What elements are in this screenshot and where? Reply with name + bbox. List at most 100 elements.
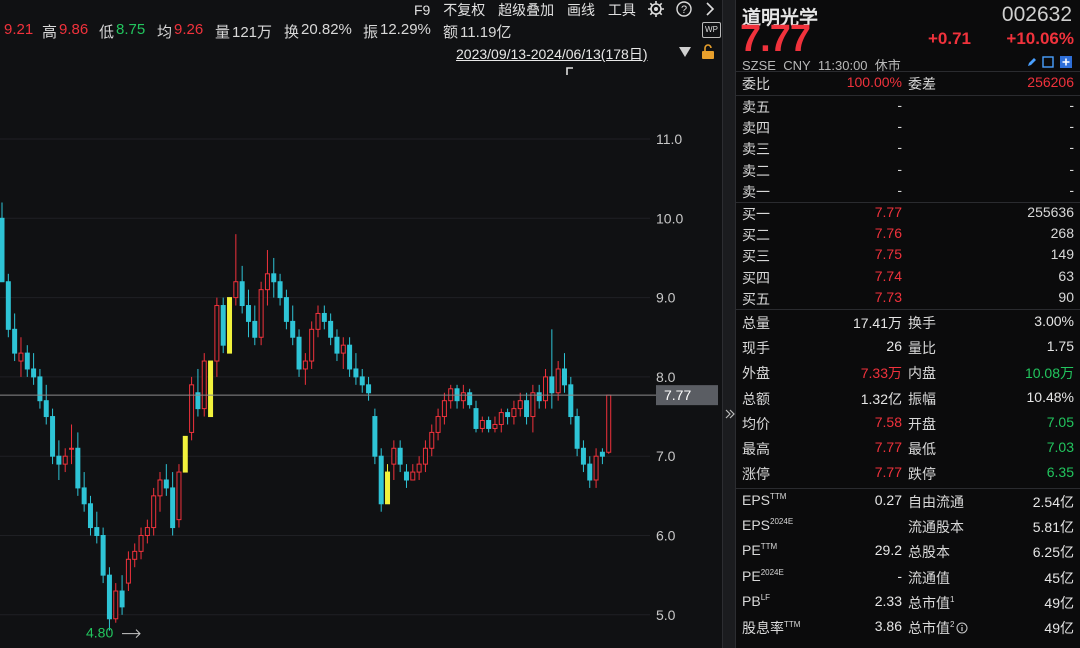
candle-body [24,352,30,370]
candle-body [549,376,555,394]
fundamental-row: EPSTTM 0.27 自由流通 2.54亿 [742,492,1074,514]
info-icon[interactable] [956,622,968,634]
fund-label-sup: TTM [784,620,801,629]
y-axis-tick-label: 9.0 [656,290,676,306]
fund-label: 总市值1 [908,593,954,613]
candle-body [429,431,435,449]
fund-value: 49亿 [1044,620,1074,636]
candle-body [505,412,511,418]
ask-row[interactable]: 卖三 - - [742,139,1074,161]
fund-label-sup: LF [760,592,771,602]
candle-body [106,574,112,620]
fund-value: 2.54亿 [1032,494,1074,510]
expand-arrows-icon[interactable] [725,408,735,420]
fund-value: 0.27 [874,492,902,508]
candle-body [252,320,258,338]
candle-body [397,447,403,465]
stat-value: 1.32亿 [860,390,902,407]
candle-body [271,273,277,283]
candle-body [100,535,106,576]
bid-row[interactable]: 买五 7.73 90 [742,289,1074,311]
ask-row[interactable]: 卖四 - - [742,118,1074,140]
stock-code: 002632 [1001,3,1072,26]
y-axis-tick-label: 10.0 [656,210,683,226]
ask-level-label: 卖一 [742,183,770,200]
bid-level-label: 买五 [742,290,770,307]
candle-body [561,368,567,386]
candle-body [334,336,340,354]
bid-row[interactable]: 买一 7.77 255636 [742,204,1074,226]
stat-label: 均价 [742,415,770,432]
stat-label: 现手 [742,340,770,357]
candle-body [157,479,163,497]
stat-value: 26 [886,338,902,355]
ask-row[interactable]: 卖二 - - [742,161,1074,183]
fund-label: PBLF [742,593,770,609]
kline-chart[interactable]: 9.21 高 9.86 低 8.75 均 9.26 量 121万 换 20.82… [0,0,722,648]
candle-body [245,305,251,322]
ask-row[interactable]: 卖一 - - [742,182,1074,204]
ask-volume: - [1069,118,1074,135]
candle-body [176,471,182,521]
bid-row[interactable]: 买二 7.76 268 [742,225,1074,247]
fund-value: 5.81亿 [1032,519,1074,536]
fund-value: 45亿 [1044,569,1074,586]
candle-body [0,217,5,283]
candle-body [163,479,169,489]
bid-row[interactable]: 买四 7.74 63 [742,268,1074,290]
bid-price: 7.75 [874,246,902,263]
bid-level-label: 买四 [742,269,770,286]
candle-body [517,400,523,410]
candle-body [580,447,586,465]
candle-body [543,376,549,402]
bid-volume: 268 [1050,225,1074,242]
candle-body [189,384,195,433]
fund-label-sup: 1 [950,594,955,604]
ask-volume: - [1069,160,1074,177]
stat-label: 外盘 [742,365,770,382]
fund-label-sup: 2024E [770,517,794,527]
stat-value: 10.08万 [1024,365,1074,382]
fund-label-text: EPS [742,492,771,508]
add-icon[interactable] [1059,55,1073,69]
kline-plot[interactable]: 11.0 10.0 9.0 8.0 7.0 6.0 5.0 7.77 4.80 [0,0,722,648]
fund-label: 自由流通 [908,492,964,512]
bid-volume: 63 [1058,267,1074,284]
y-axis-tick-label: 7.0 [656,448,676,464]
candle-body [283,297,289,322]
candle-body [5,281,11,330]
price-change: +0.71 [928,29,972,48]
candle-body [441,400,447,418]
candle-body [391,447,397,465]
stat-value: 17.41万 [852,315,902,331]
candle-body [94,527,100,537]
stat-value: 6.35 [1046,464,1074,481]
candle-body [31,368,37,378]
stat-label: 总量 [742,315,770,331]
bid-row[interactable]: 买三 7.75 149 [742,246,1074,268]
stat-row: 外盘 7.33万 内盘 10.08万 [742,363,1074,385]
ask-price: - [897,118,902,135]
candle-body [113,590,119,620]
ask-volume: - [1069,97,1074,113]
ask-row[interactable]: 卖五 - - [742,97,1074,119]
edit-icon[interactable] [1026,56,1038,68]
stat-label: 跌停 [908,466,936,483]
candle-body [574,416,580,449]
stat-value: 7.77 [874,439,902,455]
candle-body [467,392,473,406]
candle-body [12,328,18,354]
window-icon[interactable] [1042,56,1054,68]
stat-row: 最高 7.77 最低 7.03 [742,439,1074,461]
stat-label: 换手 [908,315,936,331]
fund-label: PE2024E [742,568,784,584]
ask-level-label: 卖五 [742,99,770,115]
candle-body [492,423,498,429]
fund-label-text: 流通股本 [908,519,964,536]
panel-splitter[interactable] [722,0,736,648]
candle-body [302,360,308,370]
stat-label: 总额 [742,390,770,407]
candle-body [170,487,176,529]
weicha-value: 256206 [1027,74,1074,90]
fund-label: EPS2024E [742,517,793,533]
